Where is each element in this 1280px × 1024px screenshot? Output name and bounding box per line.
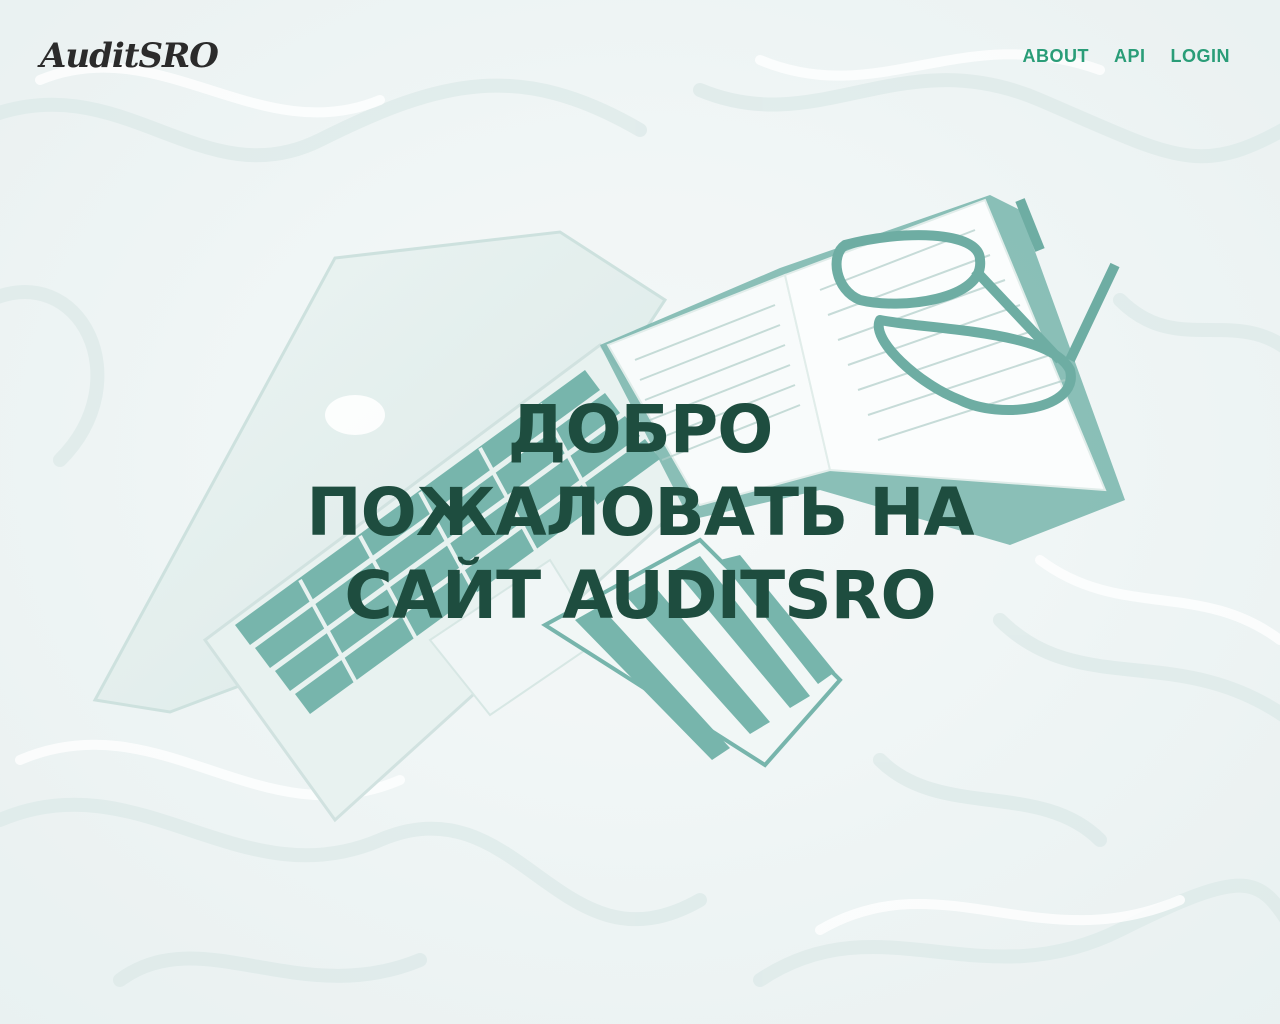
nav-about-link[interactable]: ABOUT: [1022, 44, 1089, 68]
hero-title-line-3: САЙТ AUDITSRO: [344, 557, 936, 634]
main-nav: ABOUT API LOGIN: [1022, 44, 1230, 68]
hero-title-line-1: ДОБРО: [507, 391, 774, 468]
site-logo[interactable]: AuditSRO: [40, 34, 219, 78]
hero-title-line-2: ПОЖАЛОВАТЬ НА: [306, 474, 974, 551]
nav-api-link[interactable]: API: [1114, 44, 1146, 68]
hero-section: ДОБРО ПОЖАЛОВАТЬ НА САЙТ AUDITSRO: [0, 388, 1280, 637]
nav-login-link[interactable]: LOGIN: [1171, 44, 1231, 68]
hero-title: ДОБРО ПОЖАЛОВАТЬ НА САЙТ AUDITSRO: [230, 388, 1050, 637]
